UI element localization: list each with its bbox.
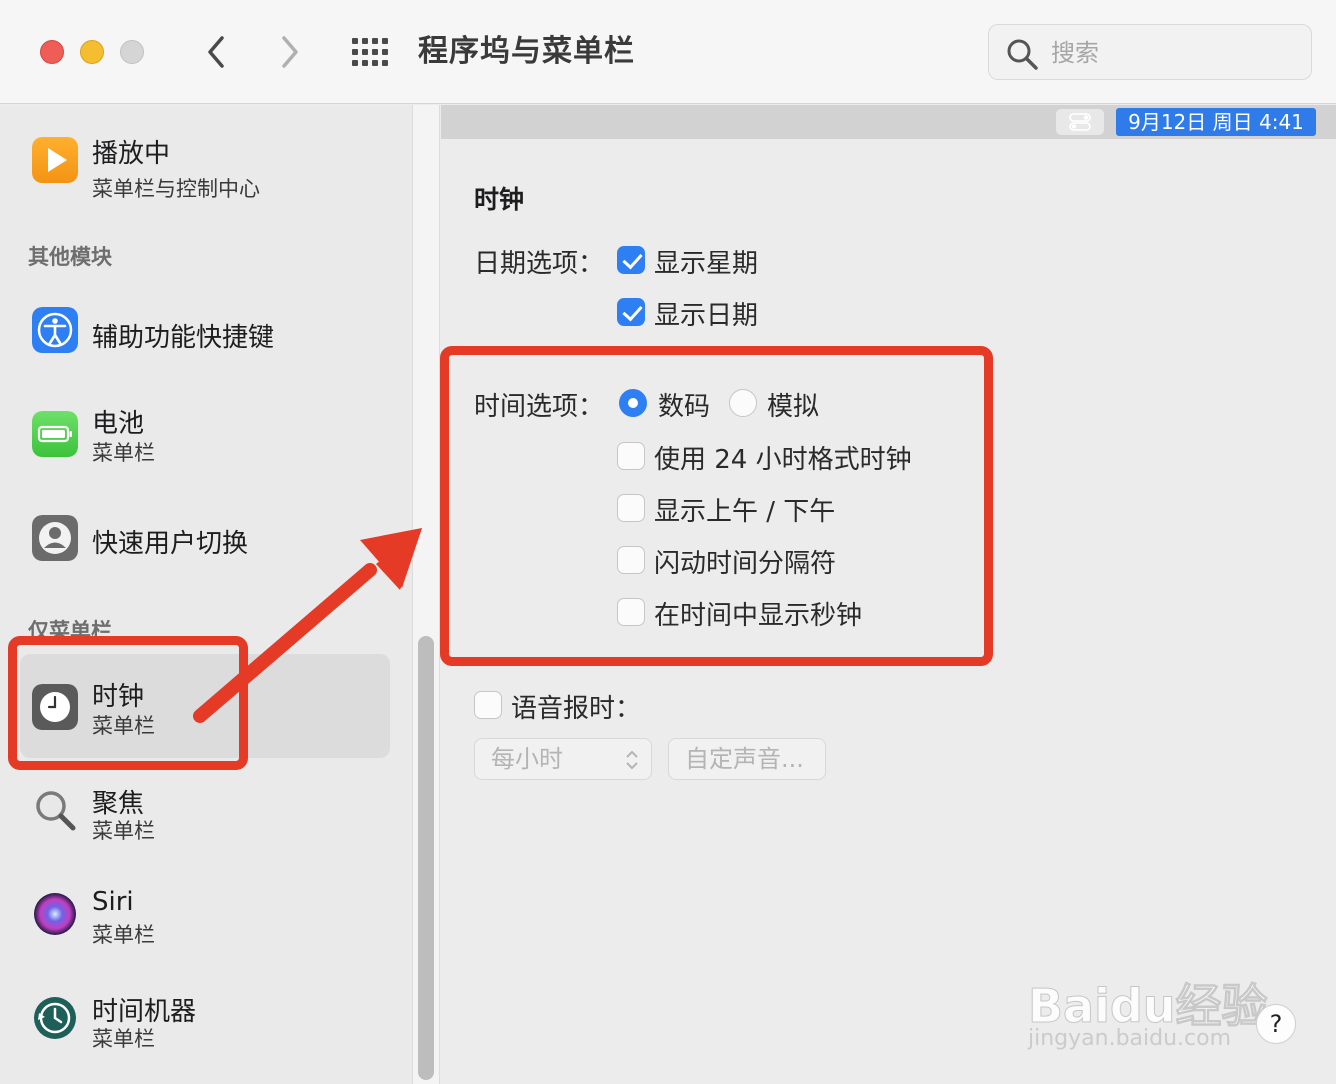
search-field[interactable]: 搜索 — [988, 24, 1312, 80]
sidebar-item-title: 电池 — [92, 409, 145, 439]
sidebar-item-title: 播放中 — [92, 139, 171, 169]
time-machine-icon — [34, 997, 76, 1039]
sidebar-item-now-playing[interactable]: 播放中 菜单栏与控制中心 — [20, 115, 390, 215]
show-date-checkbox[interactable] — [617, 298, 645, 326]
siri-icon — [34, 893, 76, 935]
annotation-time-options-highlight — [440, 346, 993, 666]
spotlight-icon — [36, 791, 76, 831]
sidebar-item-siri[interactable]: Siri 菜单栏 — [20, 873, 390, 973]
sidebar-item-subtitle: 菜单栏与控制中心 — [92, 177, 260, 201]
sidebar-item-spotlight[interactable]: 聚焦 菜单栏 — [20, 769, 390, 869]
baidu-watermark: Baidu经验 jingyan.baidu.com — [1024, 940, 1336, 1060]
grid-icon — [352, 38, 388, 66]
date-options-label: 日期选项： — [474, 249, 605, 279]
clock-section-title: 时钟 — [474, 185, 525, 214]
show-all-button[interactable] — [350, 36, 390, 68]
search-placeholder: 搜索 — [1051, 39, 1099, 67]
close-window-button[interactable] — [40, 40, 64, 64]
accessibility-icon — [32, 307, 78, 353]
annotation-arrow — [193, 528, 422, 723]
chevron-updown-icon — [626, 750, 638, 770]
sidebar-item-subtitle: 菜单栏 — [92, 923, 155, 947]
user-switch-icon — [32, 515, 78, 561]
sidebar-item-subtitle: 菜单栏 — [92, 819, 155, 843]
sidebar-item-battery[interactable]: 电池 菜单栏 — [20, 387, 390, 487]
custom-voice-button[interactable]: 自定声音... — [668, 738, 826, 780]
back-button[interactable] — [198, 32, 234, 72]
chevron-left-icon — [208, 36, 224, 68]
battery-icon — [32, 411, 78, 457]
sidebar-item-title: 辅助功能快捷键 — [92, 323, 275, 353]
watermark-url: jingyan.baidu.com — [1028, 1026, 1232, 1051]
sidebar-item-subtitle: 菜单栏 — [92, 1027, 155, 1051]
announce-interval-value: 每小时 — [491, 745, 563, 773]
chevron-right-icon — [282, 36, 298, 68]
title-bar: 程序坞与菜单栏 搜索 — [0, 0, 1336, 104]
control-center-icon — [1056, 109, 1104, 135]
section-header-other-modules: 其他模块 — [28, 245, 112, 269]
show-weekday-checkbox[interactable] — [617, 246, 645, 274]
zoom-window-button[interactable] — [120, 40, 144, 64]
minimize-window-button[interactable] — [80, 40, 104, 64]
menu-bar-clock-preview: 9月12日 周日 4:41 — [1116, 108, 1316, 136]
forward-button[interactable] — [272, 32, 308, 72]
sidebar-item-title: Siri — [92, 887, 134, 917]
play-icon — [32, 137, 78, 183]
sidebar-item-subtitle: 菜单栏 — [92, 441, 155, 465]
sidebar-item-accessibility-shortcuts[interactable]: 辅助功能快捷键 — [20, 281, 390, 381]
announce-interval-popup[interactable]: 每小时 — [474, 738, 652, 780]
help-button[interactable]: ? — [1256, 1004, 1296, 1044]
show-date-label[interactable]: 显示日期 — [654, 295, 758, 332]
show-weekday-label[interactable]: 显示星期 — [654, 243, 758, 280]
announce-time-label[interactable]: 语音报时： — [511, 688, 641, 725]
window-title: 程序坞与菜单栏 — [418, 34, 635, 69]
search-icon — [1007, 39, 1038, 70]
sidebar-item-time-machine[interactable]: 时间机器 菜单栏 — [20, 977, 390, 1077]
announce-time-checkbox[interactable] — [474, 691, 502, 719]
